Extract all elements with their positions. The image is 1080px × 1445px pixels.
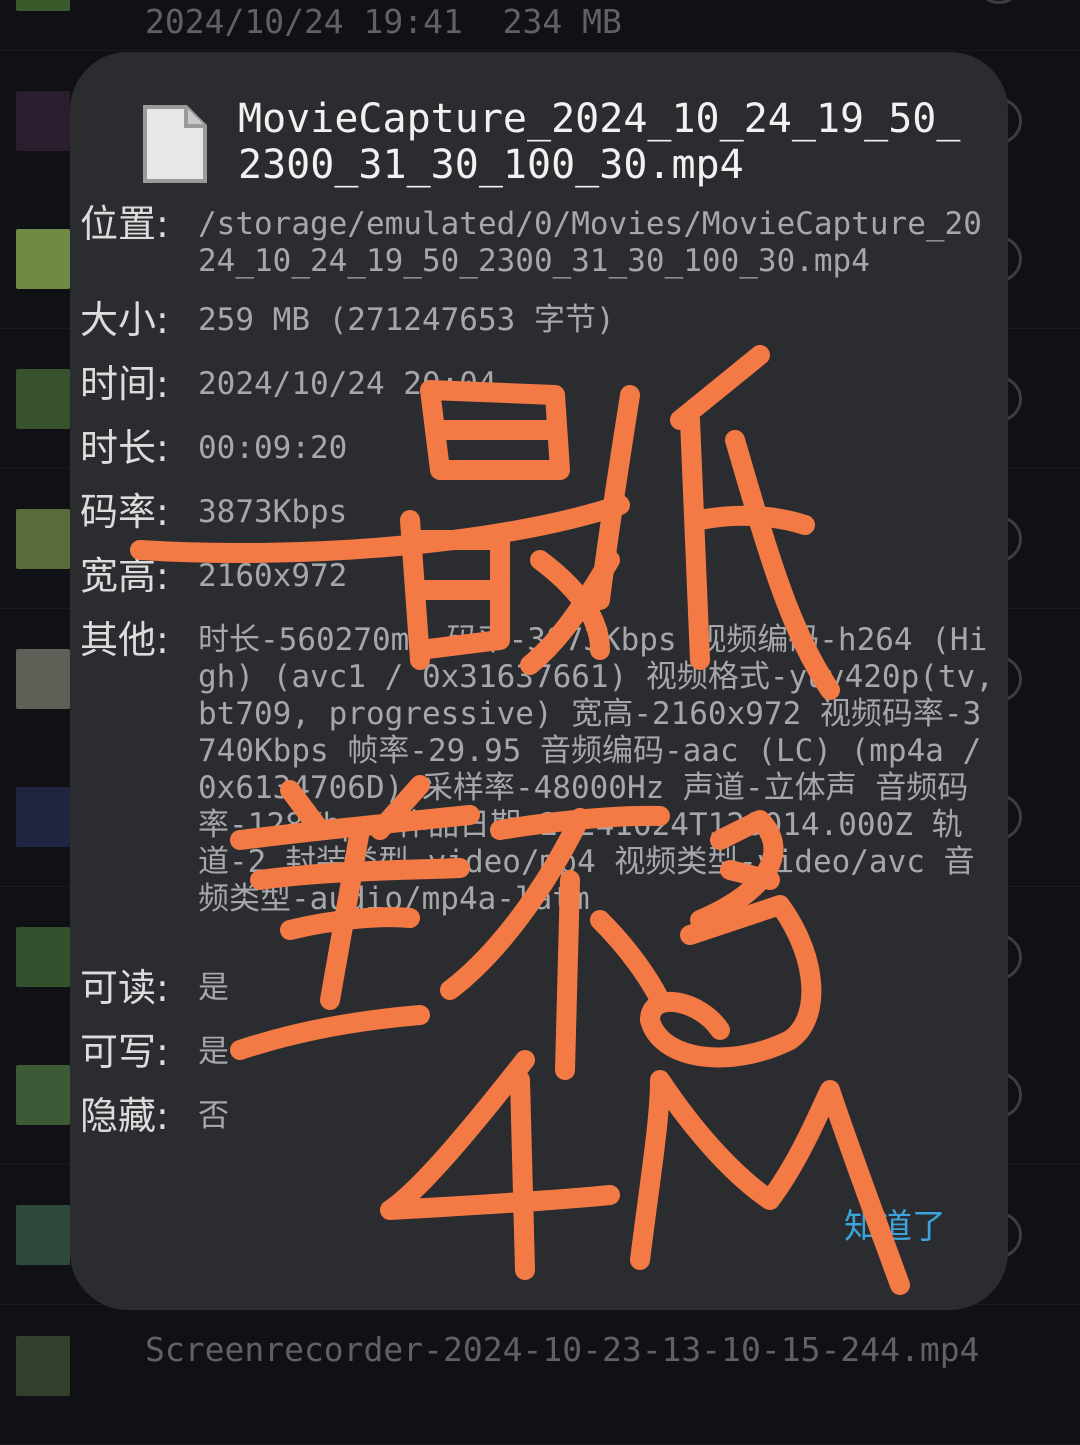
video-thumbnail [16,1336,70,1396]
prop-label: 可写: [80,1030,169,1074]
ok-button[interactable]: 知道了 [844,1199,946,1248]
prop-value: 259 MB (271247653 字节) [198,302,615,338]
video-thumbnail [16,927,70,987]
prop-value: 时长-560270ms 码率-3873Kbps 视频编码-h264 (High)… [198,622,994,917]
prop-resolution: 宽高: 2160x972 [80,556,998,596]
video-thumbnail [16,369,70,429]
prop-label: 可读: [80,966,169,1010]
prop-other: 其他: 时长-560270ms 码率-3873Kbps 视频编码-h264 (H… [80,620,998,918]
prop-value: 2024/10/24 20:04 [198,366,497,402]
list-item[interactable]: Screenrecorder-2024-10-23-13-10-15-244.m… [0,1306,1080,1445]
video-thumbnail [16,787,70,847]
prop-value: 是 [198,970,229,1006]
prop-value: 3873Kbps [198,494,348,530]
prop-label: 时间: [80,362,169,406]
prop-value: 00:09:20 [198,430,348,466]
list-item[interactable]: 2024/10/24 19:41 234 MB [0,0,1080,51]
dialog-title: MovieCapture_2024_10_24_19_50_2300_31_30… [238,96,961,188]
prop-label: 大小: [80,298,169,342]
file-icon [143,105,207,183]
file-info-dialog: MovieCapture_2024_10_24_19_50_2300_31_30… [70,52,1008,1310]
video-thumbnail [16,229,70,289]
prop-hidden: 隐藏: 否 [80,1096,998,1136]
video-thumbnail [16,1065,70,1125]
prop-label: 位置: [80,202,169,246]
prop-time: 时间: 2024/10/24 20:04 [80,364,998,404]
prop-label: 其他: [80,618,169,662]
prop-label: 码率: [80,490,169,534]
prop-label: 隐藏: [80,1094,169,1138]
prop-writable: 可写: 是 [80,1032,998,1072]
video-thumbnail [16,1205,70,1265]
prop-value: /storage/emulated/0/Movies/MovieCapture_… [198,206,982,279]
list-item-date: 2024/10/24 19:41 [145,2,463,41]
list-item-meta: 2024/10/24 19:41 234 MB [145,2,622,41]
video-thumbnail [16,91,70,151]
video-thumbnail [16,0,70,11]
prop-readable: 可读: 是 [80,968,998,1008]
prop-duration: 时长: 00:09:20 [80,428,998,468]
prop-size: 大小: 259 MB (271247653 字节) [80,300,998,340]
prop-value: 否 [198,1098,229,1134]
prop-value: 是 [198,1034,229,1070]
video-thumbnail [16,649,70,709]
prop-location: 位置: /storage/emulated/0/Movies/MovieCapt… [80,204,998,280]
select-radio[interactable] [976,0,1022,4]
prop-label: 宽高: [80,554,169,598]
list-item-size: 234 MB [502,2,622,41]
prop-value: 2160x972 [198,558,348,594]
list-item-name: Screenrecorder-2024-10-23-13-10-15-244.m… [145,1330,980,1369]
video-thumbnail [16,509,70,569]
prop-label: 时长: [80,426,169,470]
prop-bitrate: 码率: 3873Kbps [80,492,998,532]
